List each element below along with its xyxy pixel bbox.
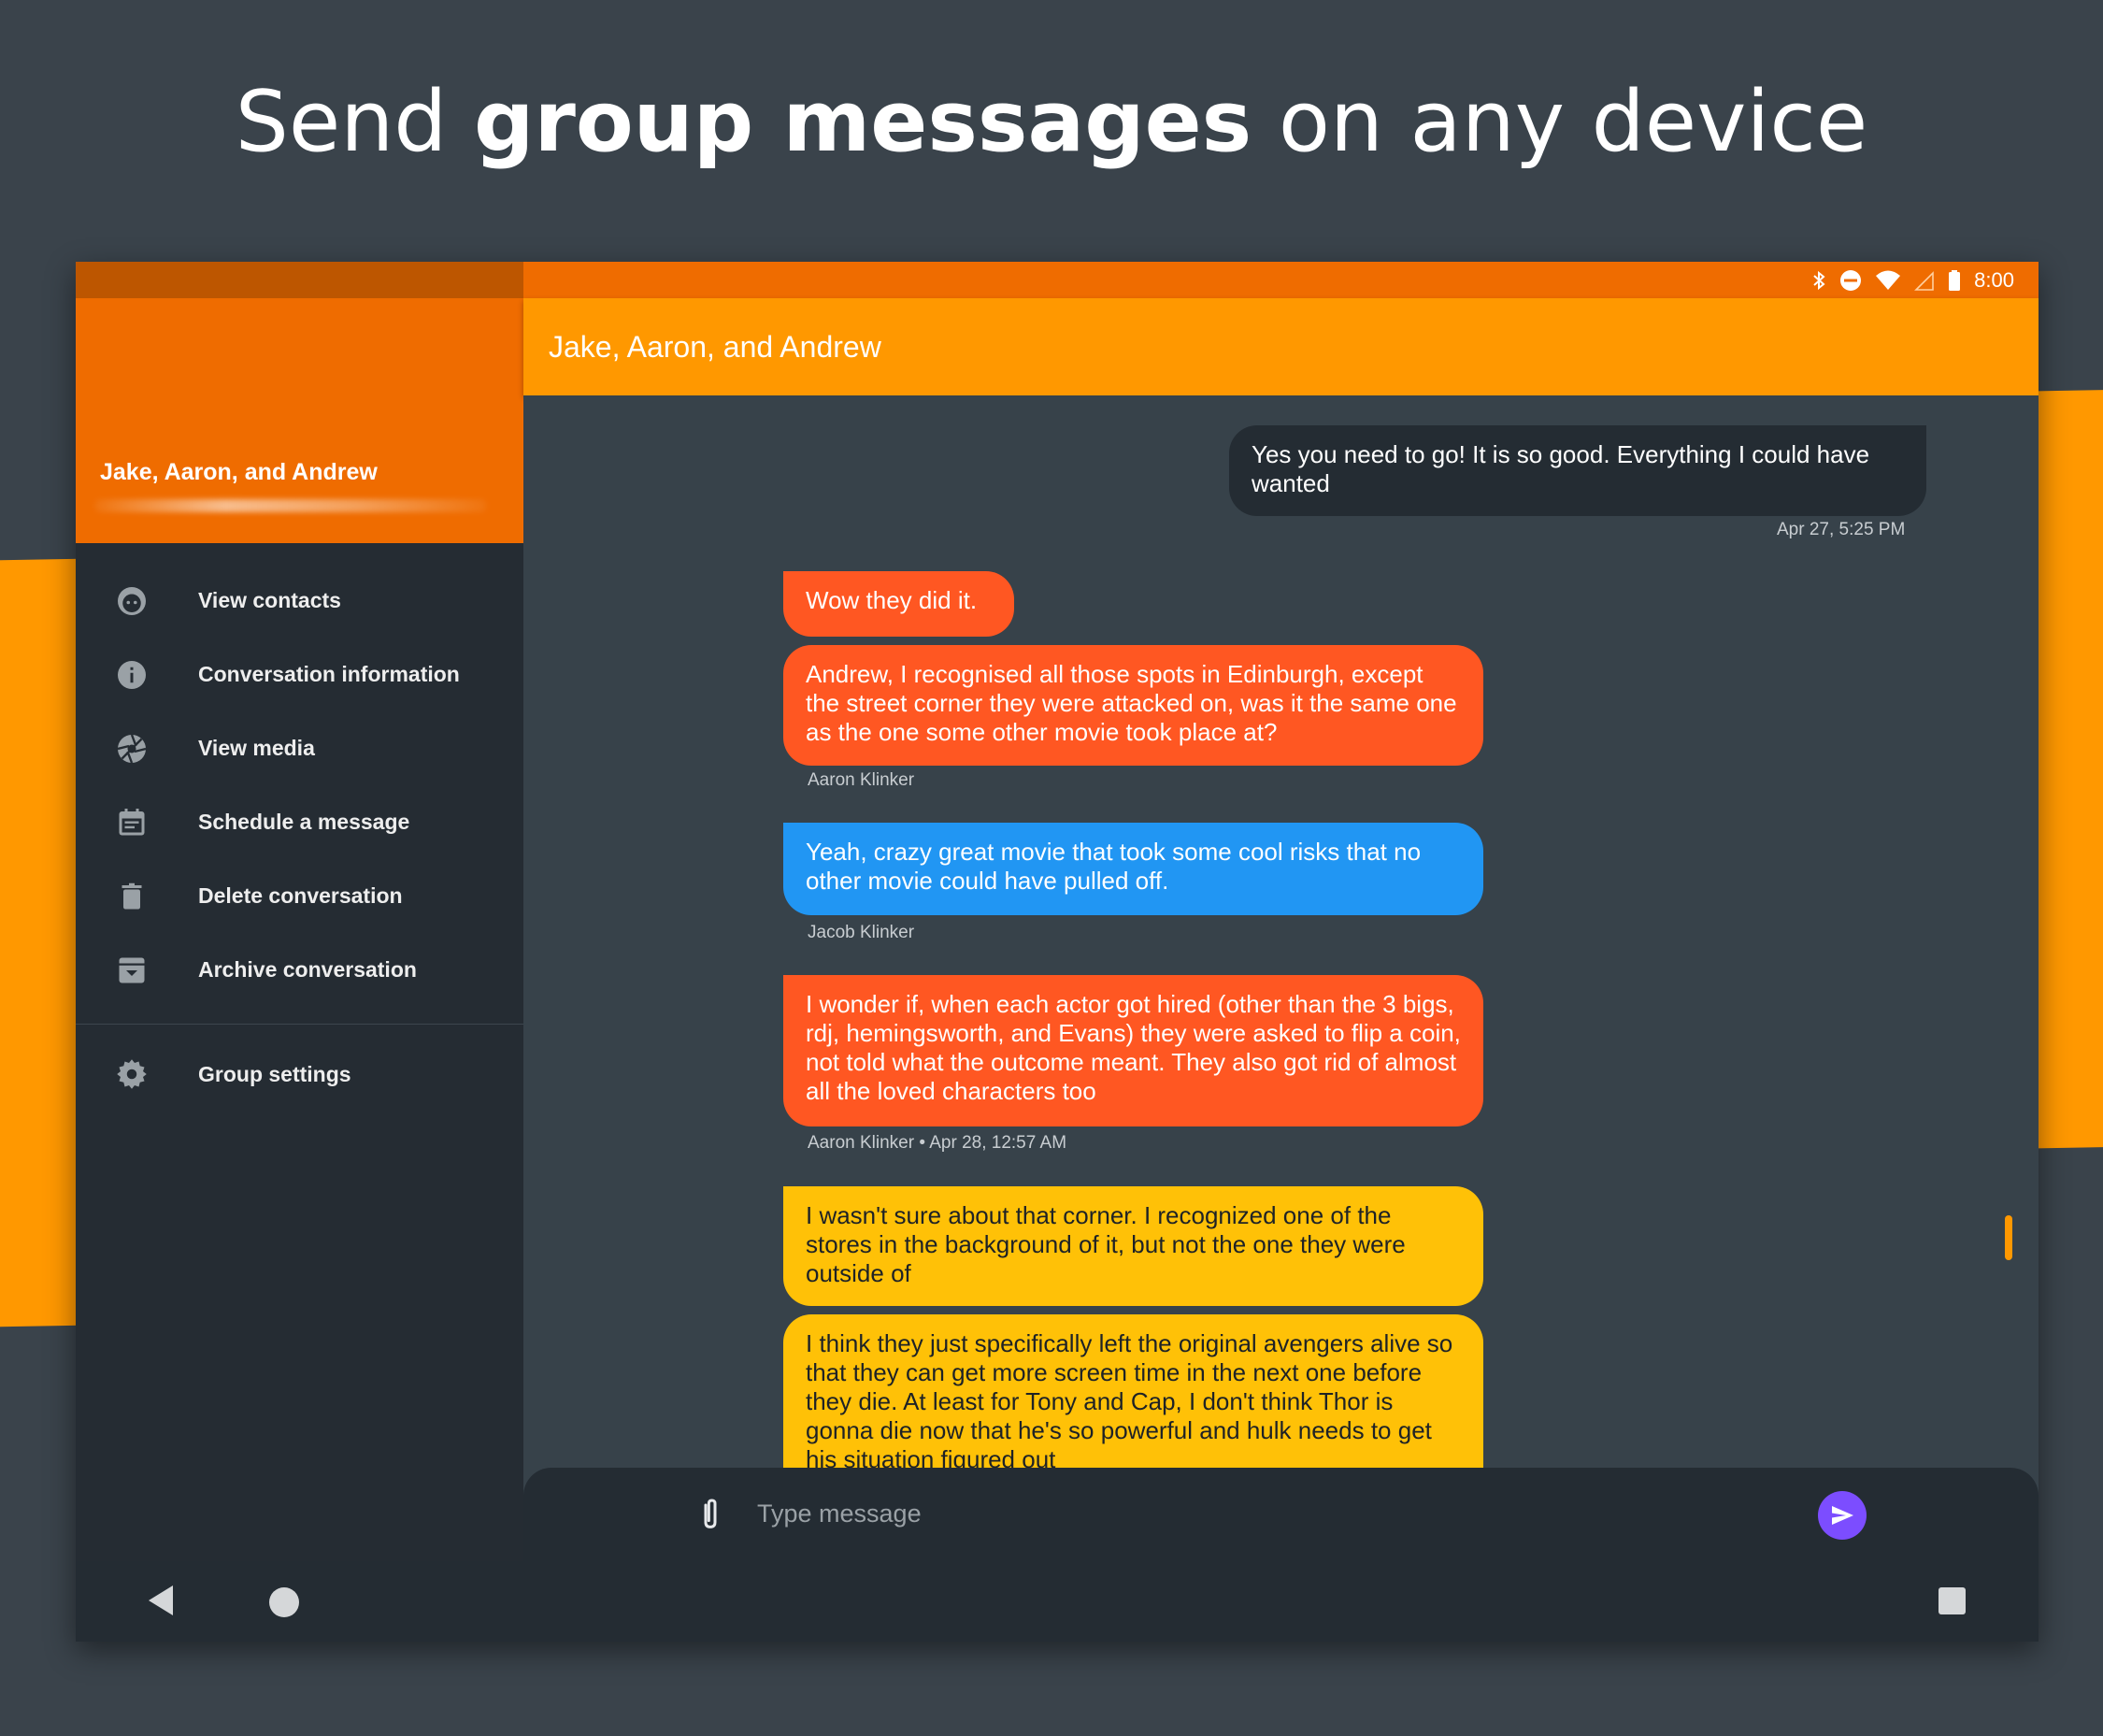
calendar-icon [119, 809, 145, 836]
status-icons: 8:00 [1811, 268, 2014, 293]
message-bubble-incoming[interactable]: Andrew, I recognised all those spots in … [783, 645, 1483, 766]
menu-item-label: Archive conversation [198, 957, 417, 982]
menu-item-label: View media [198, 736, 315, 760]
archive-icon [119, 957, 145, 983]
drawer-subtitle-redacted [94, 499, 487, 512]
message-bubble-outgoing[interactable]: Yes you need to go! It is so good. Every… [1229, 425, 1926, 516]
menu-item-label: Delete conversation [198, 883, 403, 908]
message-bubble-incoming[interactable]: I wonder if, when each actor got hired (… [783, 975, 1483, 1126]
menu-item-schedule-message[interactable]: Schedule a message [76, 785, 523, 859]
scrollbar-thumb[interactable] [2005, 1215, 2012, 1260]
menu-item-label: View contacts [198, 588, 341, 612]
message-timestamp: Apr 27, 5:25 PM [1777, 520, 1906, 539]
menu-item-archive-conversation[interactable]: Archive conversation [76, 933, 523, 1007]
signal-icon [1914, 271, 1934, 291]
drawer-divider [76, 1024, 523, 1025]
status-bar: 8:00 [523, 262, 2039, 298]
headline-pre: Send [235, 73, 475, 171]
drawer-header: Jake, Aaron, and Andrew [76, 298, 523, 543]
send-button[interactable] [1818, 1491, 1867, 1540]
menu-item-label: Group settings [198, 1061, 351, 1086]
navigation-drawer: Jake, Aaron, and Andrew View contacts Co… [76, 262, 523, 1642]
conversation-title: Jake, Aaron, and Andrew [549, 330, 881, 364]
gear-icon [117, 1059, 147, 1089]
message-bubble-incoming[interactable]: Yeah, crazy great movie that took some c… [783, 823, 1483, 915]
bluetooth-icon [1813, 270, 1825, 291]
message-sender: Jacob Klinker [808, 923, 915, 942]
headline-post: on any device [1252, 73, 1868, 171]
drawer-status-bar [76, 262, 523, 298]
face-icon [118, 587, 146, 615]
drawer-menu: View contacts Conversation information V… [76, 564, 523, 1107]
message-composer: Type message [523, 1468, 2039, 1561]
message-bubble-incoming[interactable]: Wow they did it. [783, 571, 1014, 637]
menu-item-view-contacts[interactable]: View contacts [76, 564, 523, 638]
menu-item-delete-conversation[interactable]: Delete conversation [76, 859, 523, 933]
info-icon [118, 661, 146, 689]
send-icon [1832, 1506, 1853, 1525]
trash-icon [122, 882, 142, 910]
menu-item-label: Schedule a message [198, 810, 410, 834]
menu-item-group-settings[interactable]: Group settings [76, 1041, 523, 1107]
wifi-icon [1876, 270, 1901, 290]
drawer-title: Jake, Aaron, and Andrew [100, 459, 378, 485]
clock: 8:00 [1974, 268, 2014, 292]
attach-icon[interactable] [692, 1496, 729, 1533]
camera-shutter-icon [117, 734, 147, 764]
message-sender: Aaron Klinker [808, 770, 915, 790]
menu-item-conversation-information[interactable]: Conversation information [76, 638, 523, 711]
toolbar: Jake, Aaron, and Andrew [523, 298, 2039, 395]
home-button[interactable] [269, 1587, 299, 1617]
message-sender-timestamp: Aaron Klinker • Apr 28, 12:57 AM [808, 1133, 1067, 1153]
do-not-disturb-icon [1840, 270, 1862, 291]
menu-item-view-media[interactable]: View media [76, 711, 523, 785]
system-nav-bar [76, 1561, 2039, 1642]
menu-item-label: Conversation information [198, 662, 460, 686]
tablet-frame: Jake, Aaron, and Andrew View contacts Co… [76, 262, 2039, 1642]
battery-icon [1949, 270, 1961, 291]
back-icon[interactable] [145, 1580, 179, 1621]
message-list[interactable]: Yes you need to go! It is so good. Every… [523, 395, 2039, 1501]
recents-button[interactable] [1938, 1587, 1966, 1614]
headline-bold: group messages [474, 73, 1252, 171]
headline: Send group messages on any device [0, 73, 2103, 171]
message-input[interactable]: Type message [757, 1499, 922, 1528]
message-bubble-incoming[interactable]: I wasn't sure about that corner. I recog… [783, 1186, 1483, 1306]
